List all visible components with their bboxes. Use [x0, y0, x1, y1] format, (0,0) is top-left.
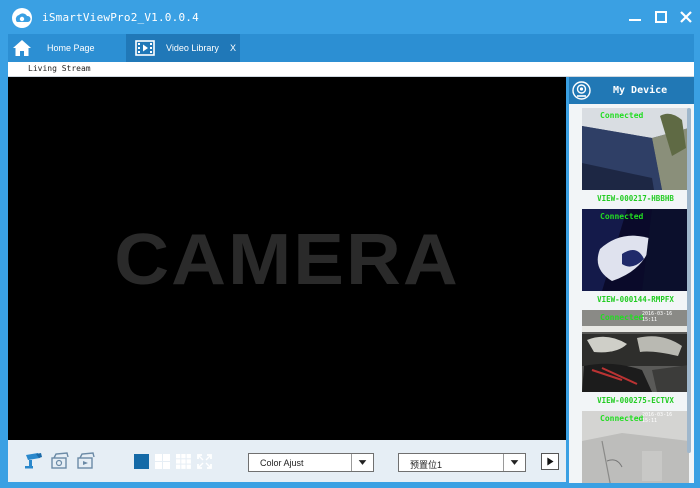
- device-panel-header: My Device: [569, 77, 694, 104]
- device-thumbnail: Connected 2016-03-16 15:11: [582, 310, 689, 392]
- device-thumbnail: Connected: [582, 108, 689, 190]
- tab-video-library-label: Video Library: [166, 43, 219, 53]
- tab-video-library[interactable]: Video Library X: [126, 34, 240, 62]
- play-button[interactable]: [541, 453, 559, 470]
- webcam-icon: [572, 81, 591, 100]
- maximize-icon[interactable]: [652, 8, 670, 26]
- video-toolbar: Color Ajust 预置位1: [8, 440, 566, 482]
- living-stream-label: Living Stream: [28, 64, 91, 73]
- device-status: Connected: [600, 313, 644, 322]
- close-icon[interactable]: [677, 8, 695, 26]
- app-title: iSmartViewPro2_V1.0.0.4: [42, 11, 199, 24]
- camera-feed-image: [582, 108, 689, 190]
- device-status: Connected: [600, 111, 644, 120]
- tab-home[interactable]: Home Page: [8, 34, 120, 62]
- snapshot-icon[interactable]: [50, 452, 70, 470]
- minimize-icon[interactable]: [626, 8, 644, 26]
- color-adjust-select[interactable]: Color Ajust: [248, 453, 374, 472]
- device-name: VIEW-000217-HBBHB: [597, 194, 674, 203]
- video-library-icon: [135, 40, 155, 56]
- preset-position-value: 预置位1: [410, 460, 443, 470]
- device-timestamp: 2016-03-16 15:11: [642, 311, 673, 323]
- chevron-down-icon: [503, 454, 519, 471]
- device-name: VIEW-000144-RMPFX: [597, 295, 674, 304]
- layout-single-button[interactable]: [134, 454, 149, 469]
- layout-nine-button[interactable]: [176, 454, 191, 469]
- device-name: VIEW-000275-ECTVX: [597, 396, 674, 405]
- device-status: Connected: [600, 212, 644, 221]
- chevron-down-icon: [351, 454, 367, 471]
- cloud-eye-logo-icon: [12, 8, 32, 28]
- fullscreen-icon[interactable]: [197, 454, 212, 469]
- color-adjust-value: Color Ajust: [260, 458, 304, 468]
- device-timestamp: 2016-03-16 15:11: [642, 412, 673, 424]
- app-window: iSmartViewPro2_V1.0.0.4 Home Page Video …: [0, 0, 700, 488]
- home-icon: [13, 40, 31, 56]
- preset-position-select[interactable]: 预置位1: [398, 453, 526, 472]
- camera-feed-image: [582, 209, 689, 291]
- title-bar: iSmartViewPro2_V1.0.0.4: [0, 0, 700, 34]
- subheader-bar: Living Stream: [8, 62, 694, 77]
- live-video-view[interactable]: CAMERA: [8, 77, 566, 440]
- device-panel: My Device Connected VIEW-000217-HBBHB Co…: [569, 77, 694, 483]
- device-thumbnail: Connected: [582, 209, 689, 291]
- tab-bar: Home Page Video Library X: [8, 34, 694, 62]
- device-status: Connected: [600, 414, 644, 423]
- camera-placeholder-text: CAMERA: [114, 219, 460, 300]
- tab-home-label: Home Page: [47, 43, 95, 53]
- tab-close-button[interactable]: X: [230, 43, 236, 53]
- device-thumbnail: Connected 2016-03-16 15:11: [582, 411, 689, 483]
- device-list-scrollbar[interactable]: [687, 108, 691, 453]
- my-device-title: My Device: [613, 85, 668, 96]
- layout-quad-button[interactable]: [155, 454, 170, 469]
- record-icon[interactable]: [76, 452, 96, 470]
- ptz-camera-icon[interactable]: [23, 452, 43, 470]
